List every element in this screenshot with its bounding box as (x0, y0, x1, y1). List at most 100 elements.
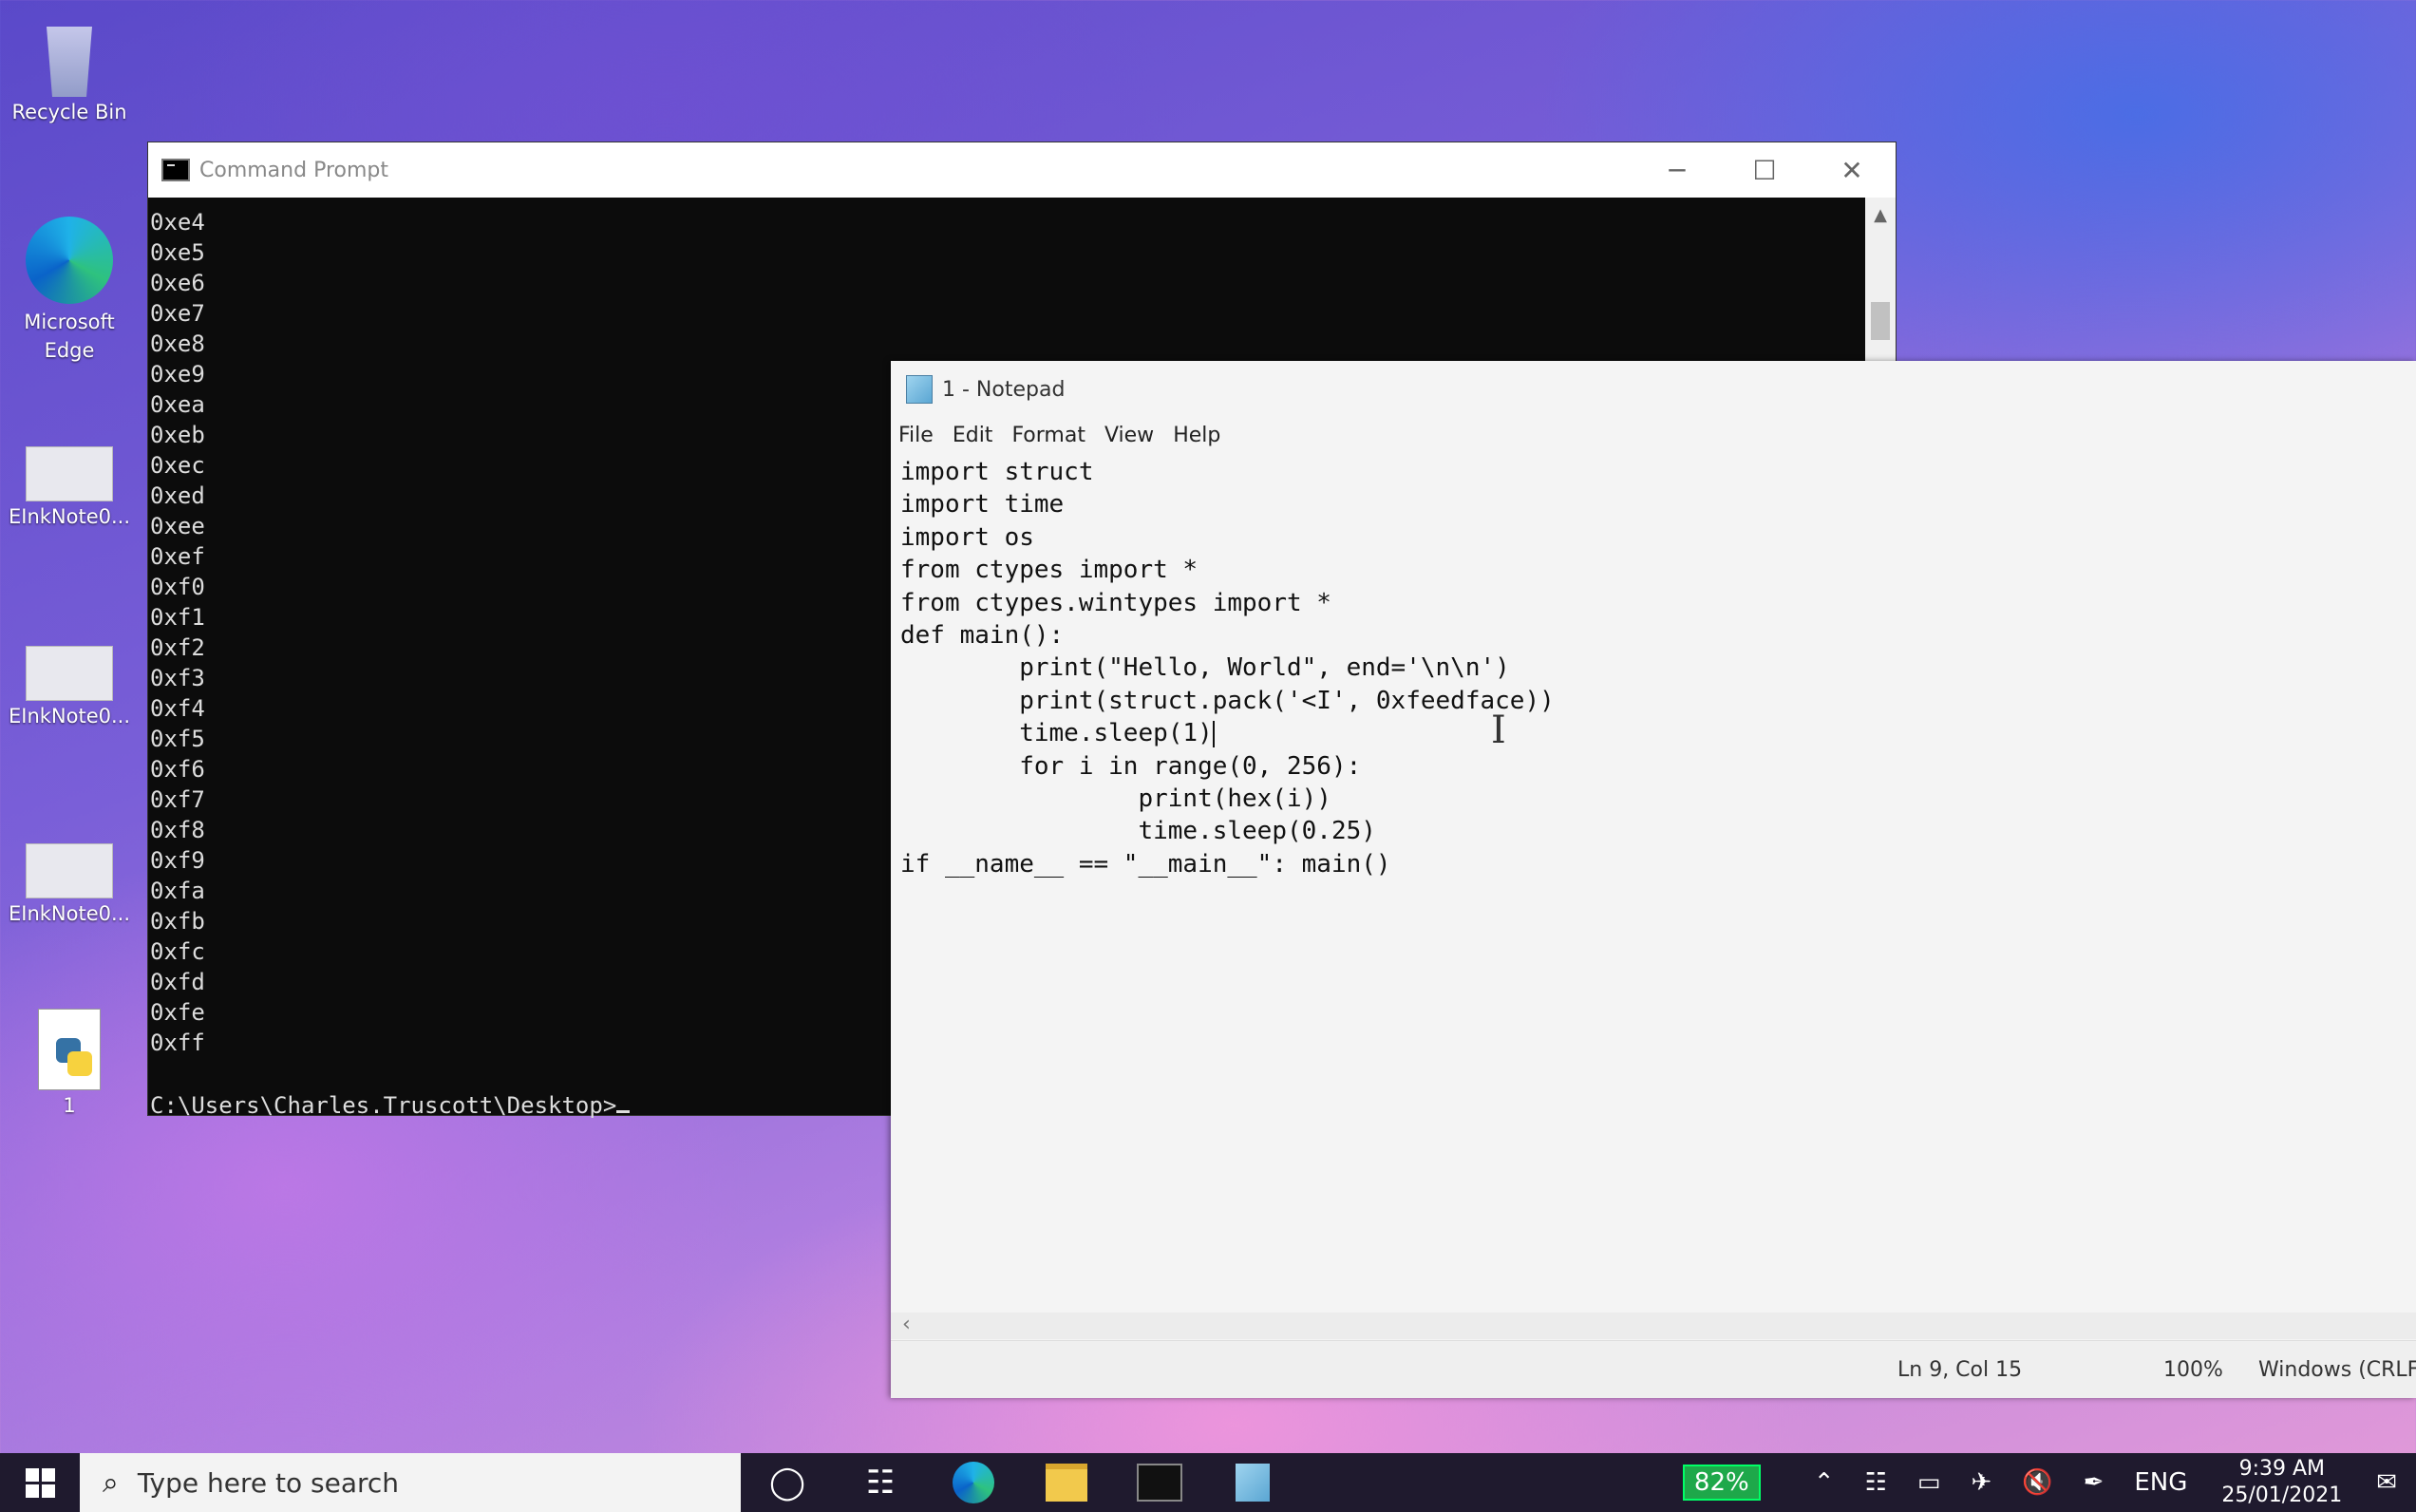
battery-icon[interactable]: ▭ (1917, 1468, 1941, 1497)
notepad-icon (906, 375, 933, 404)
code-line: from ctypes.wintypes import * (900, 588, 1331, 617)
code-line: import time (900, 490, 1065, 520)
cmd-titlebar[interactable]: Command Prompt ─ ☐ ✕ (148, 142, 1896, 198)
taskbar-command-prompt[interactable] (1113, 1453, 1206, 1512)
code-line: def main(): (900, 621, 1065, 651)
pen-icon[interactable]: ✒ (2084, 1468, 2105, 1497)
scrollbar-thumb[interactable] (1871, 302, 1890, 340)
console-line: 0xf4 (150, 695, 205, 722)
airplane-mode-icon[interactable]: ✈ (1971, 1468, 1991, 1497)
desktop-icon-label: EInkNote0... (8, 902, 131, 925)
image-file-icon (26, 843, 113, 898)
desktop-icon-label: EInkNote0... (8, 705, 131, 728)
folder-icon (1046, 1464, 1087, 1502)
console-line: 0xeb (150, 422, 205, 448)
horizontal-scrollbar[interactable]: ‹ (891, 1313, 2416, 1339)
menu-format[interactable]: Format (1011, 424, 1085, 447)
taskbar-edge[interactable] (927, 1453, 1020, 1512)
desktop-icon-label: EInkNote0... (8, 505, 131, 528)
desktop-icon-label: Recycle Bin (11, 101, 127, 123)
desktop-icon-edge[interactable]: Microsoft Edge (0, 217, 139, 365)
clock-time: 9:39 AM (2238, 1457, 2326, 1481)
taskbar-file-explorer[interactable] (1020, 1453, 1113, 1512)
notepad-titlebar[interactable]: 1 - Notepad (891, 361, 2416, 418)
volume-muted-icon[interactable]: 🔇 (2022, 1468, 2052, 1497)
command-prompt-icon (161, 159, 190, 181)
image-file-icon (26, 646, 113, 701)
console-line: 0xf1 (150, 604, 205, 631)
notepad-icon (1236, 1464, 1270, 1502)
image-file-icon (26, 446, 113, 501)
search-placeholder: Type here to search (137, 1466, 400, 1499)
console-line: 0xe8 (150, 331, 205, 357)
console-line: 0xfa (150, 878, 205, 904)
console-line: 0xe6 (150, 270, 205, 296)
desktop-icon-recycle-bin[interactable]: Recycle Bin (0, 27, 139, 123)
taskbar-notepad[interactable] (1206, 1453, 1299, 1512)
code-line: print(struct.pack('<I', 0xfeedface)) (900, 686, 1555, 715)
console-line: 0xf8 (150, 817, 205, 843)
code-line: print(hex(i)) (900, 784, 1331, 814)
statusbar: Ln 9, Col 15 100% Windows (CRLF) (891, 1340, 2416, 1398)
desktop-icon-python-file[interactable]: 1 (0, 1009, 139, 1117)
console-line: 0xfe (150, 999, 205, 1026)
notifications-icon[interactable]: ✉ (2376, 1468, 2397, 1497)
show-hidden-icons-chevron-icon[interactable]: ⌃ (1814, 1468, 1835, 1497)
code-line: time.sleep(0.25) (900, 817, 1376, 846)
console-line: 0xee (150, 513, 205, 539)
text-editor[interactable]: import struct import time import os from ct… (900, 456, 1555, 880)
console-line: 0xff (150, 1030, 205, 1056)
desktop-icon-einknote-2[interactable]: EInkNote0... (0, 646, 139, 728)
minimize-button[interactable]: ─ (1633, 155, 1721, 186)
task-view-button[interactable]: ☷ (834, 1453, 927, 1512)
console-line: 0xfb (150, 908, 205, 935)
cursor-position: Ln 9, Col 15 (1897, 1358, 2023, 1382)
desktop-icon-einknote-3[interactable]: EInkNote0... (0, 843, 139, 925)
code-line: for i in range(0, 256): (900, 751, 1362, 781)
search-icon: ⌕ (103, 1465, 119, 1500)
scroll-up-arrow-icon[interactable]: ▲ (1865, 198, 1896, 225)
device-icon[interactable]: ☷ (1865, 1468, 1887, 1497)
command-prompt-icon (1137, 1464, 1182, 1502)
cmd-title: Command Prompt (199, 158, 388, 182)
menubar: File Edit Format View Help (891, 418, 2416, 452)
close-button[interactable]: ✕ (1808, 155, 1896, 186)
desktop-icon-einknote-1[interactable]: EInkNote0... (0, 446, 139, 528)
battery-percentage[interactable]: 82% (1682, 1465, 1761, 1501)
clock[interactable]: 9:39 AM 25/01/2021 (2221, 1456, 2342, 1509)
console-line: 0xfd (150, 969, 205, 995)
maximize-button[interactable]: ☐ (1721, 155, 1808, 186)
console-line: 0xfc (150, 938, 205, 965)
notepad-title: 1 - Notepad (942, 377, 1066, 402)
system-tray: 82% ⌃ ☷ ▭ ✈ 🔇 ✒ ENG 9:39 AM 25/01/2021 ✉ (1682, 1453, 2416, 1512)
search-box[interactable]: ⌕ Type here to search (80, 1453, 741, 1512)
console-prompt[interactable]: C:\Users\Charles.Truscott\Desktop> (150, 1092, 631, 1119)
console-line: 0xf5 (150, 726, 205, 752)
ibeam-cursor-icon: I (1491, 709, 1506, 752)
console-line: 0xe5 (150, 239, 205, 266)
console-line: 0xe9 (150, 361, 205, 387)
start-button[interactable] (0, 1467, 80, 1498)
code-line: print("Hello, World", end='\n\n') (900, 653, 1510, 683)
input-language[interactable]: ENG (2134, 1468, 2187, 1497)
console-line: 0xe4 (150, 209, 205, 236)
menu-edit[interactable]: Edit (953, 424, 993, 447)
desktop-icon-label: 1 (63, 1094, 76, 1117)
recycle-bin-icon (47, 27, 92, 97)
code-line: import struct (900, 458, 1094, 486)
console-line: 0xe7 (150, 300, 205, 327)
code-line: time.sleep(1) (900, 719, 1215, 748)
text-cursor (616, 1110, 631, 1113)
console-line: 0xf9 (150, 847, 205, 874)
cortana-button[interactable]: ◯ (741, 1453, 834, 1512)
python-file-icon (38, 1009, 101, 1090)
menu-file[interactable]: File (898, 424, 934, 447)
notepad-window[interactable]: 1 - Notepad File Edit Format View Help i… (891, 361, 2416, 1398)
scroll-left-arrow-icon[interactable]: ‹ (902, 1313, 911, 1336)
menu-help[interactable]: Help (1173, 424, 1220, 447)
cortana-icon: ◯ (768, 1464, 806, 1502)
code-line: if __name__ == "__main__": main() (900, 849, 1391, 879)
menu-view[interactable]: View (1104, 424, 1154, 447)
prompt-text: C:\Users\Charles.Truscott\Desktop> (150, 1092, 617, 1119)
console-line: 0xec (150, 452, 205, 479)
